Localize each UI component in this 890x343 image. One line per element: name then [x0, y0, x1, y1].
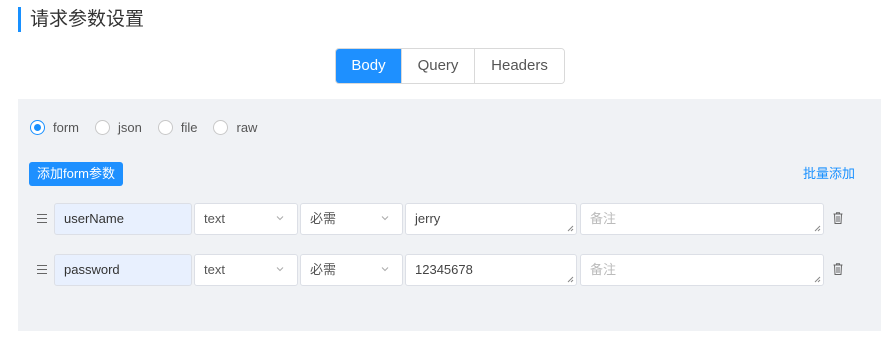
param-tabs: Body Query Headers: [335, 48, 565, 84]
radio-unchecked-icon: [213, 120, 229, 135]
radio-label: json: [118, 120, 142, 135]
param-row: userName text 必需 jerry 备注: [18, 203, 881, 235]
param-row: password text 必需 12345678 备注: [18, 254, 881, 286]
radio-checked-icon: [30, 120, 45, 135]
param-type-value: text: [204, 262, 225, 277]
trash-icon[interactable]: [833, 263, 843, 275]
bulk-add-link[interactable]: 批量添加: [803, 163, 855, 182]
param-value-textarea[interactable]: jerry: [405, 203, 577, 235]
param-note-textarea[interactable]: 备注: [580, 203, 824, 235]
tab-body[interactable]: Body: [336, 49, 402, 83]
radio-label: raw: [236, 120, 258, 135]
page-title: 请求参数设置: [18, 7, 144, 32]
param-required-select[interactable]: 必需: [300, 203, 403, 235]
radio-raw[interactable]: raw: [213, 120, 257, 135]
param-name-input[interactable]: userName: [54, 203, 192, 235]
add-form-param-button[interactable]: 添加form参数: [29, 162, 123, 186]
param-required-select[interactable]: 必需: [300, 254, 403, 286]
tab-headers[interactable]: Headers: [475, 49, 564, 83]
param-value-text: 12345678: [415, 262, 473, 277]
param-type-select[interactable]: text: [194, 203, 298, 235]
chevron-down-icon: [276, 216, 284, 221]
body-type-radio-group: form json file raw: [30, 120, 273, 135]
radio-label: form: [53, 120, 79, 135]
resize-handle-icon: [814, 225, 821, 232]
param-value-text: jerry: [415, 211, 441, 226]
resize-handle-icon: [567, 276, 574, 283]
param-note-placeholder: 备注: [590, 262, 617, 277]
param-required-value: 必需: [310, 211, 337, 226]
radio-file[interactable]: file: [157, 120, 198, 135]
radio-label: file: [180, 120, 198, 135]
chevron-down-icon: [381, 216, 389, 221]
radio-json[interactable]: json: [95, 120, 142, 135]
chevron-down-icon: [276, 267, 284, 272]
param-value-textarea[interactable]: 12345678: [405, 254, 577, 286]
trash-icon[interactable]: [833, 212, 843, 224]
param-note-textarea[interactable]: 备注: [580, 254, 824, 286]
param-type-select[interactable]: text: [194, 254, 298, 286]
radio-form[interactable]: form: [30, 120, 79, 135]
param-required-value: 必需: [310, 262, 337, 277]
body-params-panel: form json file raw 添加form参数 批量添加 userNam…: [18, 99, 881, 331]
chevron-down-icon: [381, 267, 389, 272]
resize-handle-icon: [814, 276, 821, 283]
list-drag-icon[interactable]: [37, 265, 47, 275]
resize-handle-icon: [567, 225, 574, 232]
param-note-placeholder: 备注: [590, 211, 617, 226]
param-type-value: text: [204, 211, 225, 226]
list-drag-icon[interactable]: [37, 214, 47, 224]
tab-query[interactable]: Query: [402, 49, 475, 83]
radio-unchecked-icon: [95, 120, 110, 135]
radio-unchecked-icon: [157, 120, 173, 135]
param-name-input[interactable]: password: [54, 254, 192, 286]
